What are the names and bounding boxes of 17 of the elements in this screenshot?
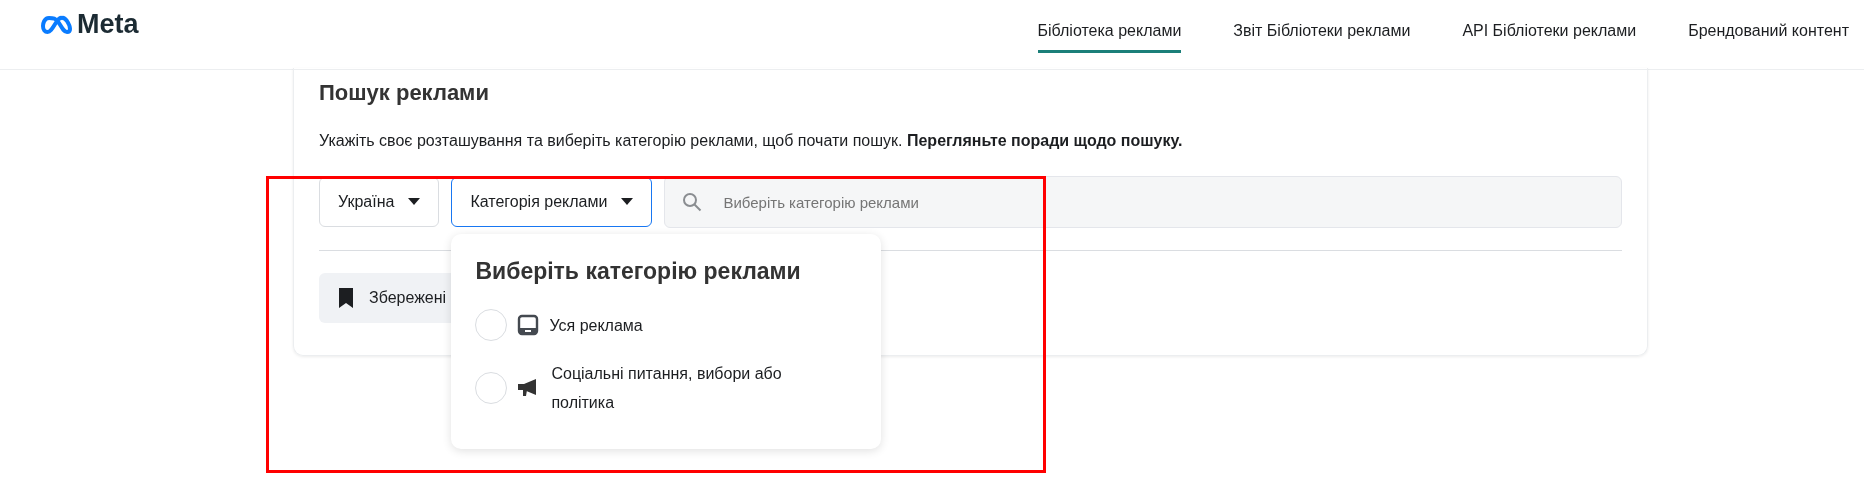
nav-tab[interactable]: API Бібліотеки реклами (1462, 6, 1637, 53)
option-label[interactable]: Соціальні питання, вибори або політика (551, 359, 832, 417)
infinity-logo-icon (40, 14, 74, 35)
nav-tab[interactable]: Бібліотека реклами (1037, 6, 1182, 53)
description-text: Укажіть своє розташування та виберіть категорію реклами, щоб почати пошук. Перегляньте поради щодо пошуку. (319, 132, 1184, 150)
caret-icon (408, 198, 421, 206)
caret-icon (621, 198, 634, 206)
search-field[interactable]: Виберіть категорію реклами (664, 176, 1622, 228)
country-dropdown[interactable]: Україна (319, 177, 440, 227)
nav-tab[interactable]: Брендований контент (1688, 6, 1849, 53)
tablet-icon (517, 314, 540, 336)
bookmark-icon (339, 288, 353, 308)
section-title: Пошук реклами (319, 80, 490, 106)
logo-text: Meta (77, 9, 139, 40)
nav-tab[interactable]: Звіт Бібліотеки реклами (1233, 6, 1411, 53)
category-dropdown[interactable]: Категорія реклами (451, 177, 653, 227)
search-icon (682, 192, 703, 212)
